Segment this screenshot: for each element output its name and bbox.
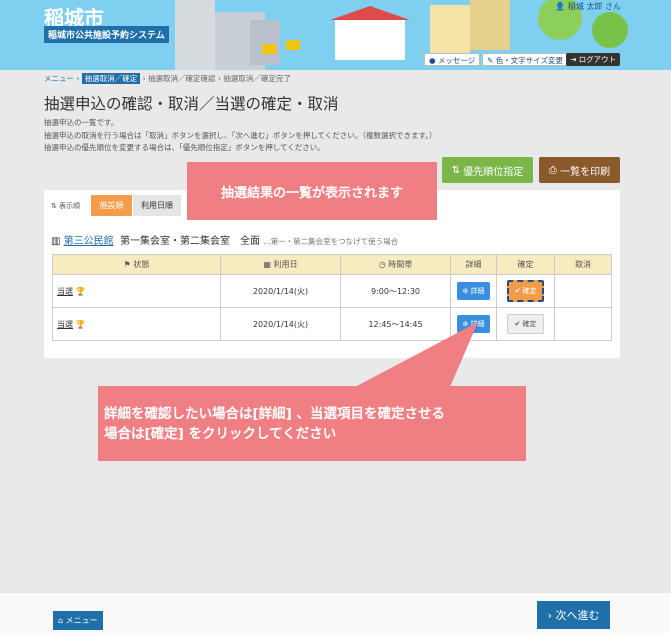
print-button[interactable]: ⎙ 一覧を印刷 [539,157,620,183]
detail-button[interactable]: ⊕ 詳細 [457,315,490,333]
trophy-icon: 🏆 [75,286,86,296]
date-cell: 2020/1/14(火) [220,274,341,308]
confirm-button[interactable]: ✔ 確定 [507,314,544,334]
menu-button[interactable]: ⌂ メニュー [53,611,103,630]
callout-instructions: 詳細を確認したい場合は[詳細] 、当選項目を確定させる 場合は[確定] をクリッ… [98,386,526,461]
header-status: ⚑ 状態 [52,254,221,275]
sort-label: ⇅ 表示順 [51,202,81,210]
sort-icon: ⇅ [451,164,461,176]
time-cell: 9:00～12:30 [340,274,451,308]
logout-button[interactable]: ⇥ ログアウト [566,53,621,66]
room-name: 第一集会室・第二集会室 全面 [120,236,260,247]
header-date: ▦ 利用日 [220,254,341,275]
header-banner: 稲城市 稲城市公共施設予約システム 👤 稲城 太郎 さん ● メッセージ ✎ 色… [0,0,671,70]
page-description: 抽選申込の一覧です。 抽選申込の取消を行う場合は「取消」ボタンを選択し、「次へ進… [44,118,437,152]
table-row: 当選 🏆 2020/1/14(火) 9:00～12:30 ⊕ 詳細 ✔ 確定 [52,274,612,308]
pencil-icon: ✎ [487,56,494,65]
page-title: 抽選申込の確認・取消／当選の確定・取消 [44,95,339,113]
breadcrumb-current: 抽選取消／確定 [81,73,141,84]
calendar-icon: ▦ [263,260,271,269]
sort-order-icon: ⇅ [51,202,57,210]
footer-bar: ⌂ メニュー › 次へ進む [0,593,671,633]
confirm-button-selected[interactable]: ✔ 確定 [507,280,544,302]
date-cell: 2020/1/14(火) [220,307,341,341]
zoom-icon: ⊕ [462,287,469,295]
tab-facility-order[interactable]: 施設順 [91,195,132,216]
print-icon: ⎙ [548,164,557,176]
table-header-row: ⚑ 状態 ▦ 利用日 ◷ 時間帯 詳細 確定 取消 [52,254,612,275]
home-icon: ⌂ [58,616,64,625]
confirm-cell: ✔ 確定 [496,307,555,341]
time-cell: 12:45～14:45 [340,307,451,341]
table-row: 当選 🏆 2020/1/14(火) 12:45～14:45 ⊕ 詳細 ✔ 確定 [52,307,612,341]
cancel-cell[interactable] [554,274,612,308]
status-cell: 当選 🏆 [52,307,221,341]
breadcrumb: メニュー › 抽選取消／確定 › 抽選取消／確定確認 › 抽選取消／確定完了 [44,73,291,84]
room-note: …第一・第二集会室をつなげて使う場合 [263,237,399,246]
header-time: ◷ 時間帯 [340,254,451,275]
header-cancel: 取消 [554,254,612,275]
chat-icon: ● [429,56,436,65]
check-icon: ✔ [514,287,521,295]
breadcrumb-step2: 抽選取消／確定確認 [148,74,216,83]
breadcrumb-menu[interactable]: メニュー [44,74,74,83]
next-button[interactable]: › 次へ進む [537,601,610,629]
confirm-cell: ✔ 確定 [496,274,555,308]
breadcrumb-step3: 抽選取消／確定完了 [223,74,291,83]
header-detail: 詳細 [450,254,497,275]
tab-date-order[interactable]: 利用日順 [133,195,181,216]
user-icon: 👤 [555,2,566,11]
clock-icon: ◷ [378,260,386,269]
system-name: 稲城市公共施設予約システム [44,26,169,43]
facility-heading: ▥ 第三公民館 第一集会室・第二集会室 全面 …第一・第二集会室をつなげて使う場… [51,232,398,247]
building-icon: ▥ [51,236,61,247]
callout-result-list: 抽選結果の一覧が表示されます [187,162,437,220]
font-color-button[interactable]: ✎ 色・文字サイズ変更 [482,53,568,66]
detail-cell: ⊕ 詳細 [450,274,497,308]
message-button[interactable]: ● メッセージ [424,53,481,66]
status-cell: 当選 🏆 [52,274,221,308]
detail-button[interactable]: ⊕ 詳細 [457,282,490,300]
logout-icon: ⇥ [570,55,577,64]
cancel-cell[interactable] [554,307,612,341]
zoom-icon: ⊕ [462,320,469,328]
check-icon: ✔ [514,320,521,328]
priority-button[interactable]: ⇅ 優先順位指定 [442,157,533,183]
flag-icon: ⚑ [123,260,131,269]
user-name[interactable]: 👤 稲城 太郎 さん [555,1,621,12]
lottery-table: ⚑ 状態 ▦ 利用日 ◷ 時間帯 詳細 確定 取消 当選 🏆 2020/1/14… [52,254,612,341]
chevron-right-icon: › [547,608,552,622]
facility-name[interactable]: 第三公民館 [64,236,114,247]
trophy-icon: 🏆 [75,319,86,329]
header-confirm: 確定 [496,254,555,275]
detail-cell: ⊕ 詳細 [450,307,497,341]
